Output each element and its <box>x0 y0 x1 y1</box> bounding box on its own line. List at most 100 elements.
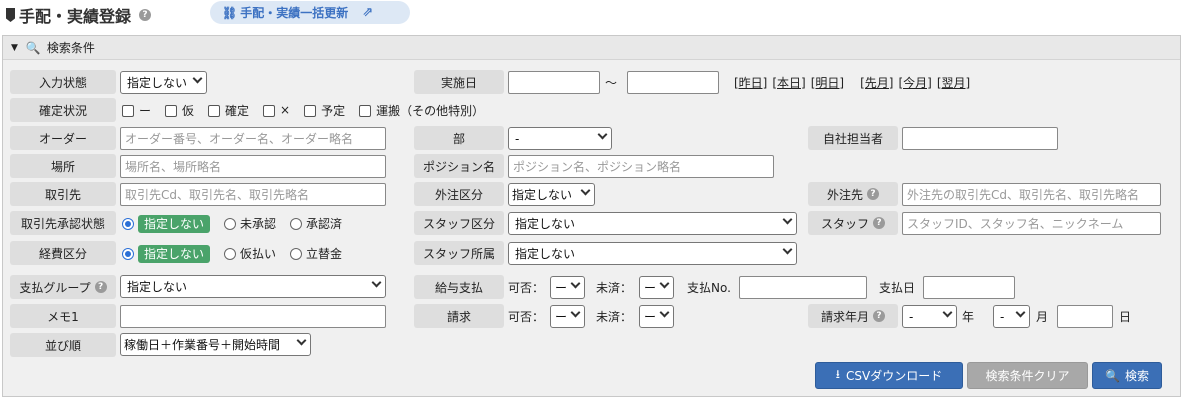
bulk-update-link[interactable]: ⛓ 手配・実績一括更新 ⇗ <box>210 1 410 24</box>
approval-option-approved[interactable]: 承認済 <box>290 215 342 232</box>
radio[interactable] <box>224 248 237 260</box>
link-tomorrow[interactable]: [明日] <box>811 74 844 91</box>
pay-group-select[interactable]: 指定しない <box>120 275 386 298</box>
staff-type-select[interactable]: 指定しない <box>508 212 797 235</box>
salary-ok-select[interactable]: ー <box>550 276 585 299</box>
label-pay-group-text: 支払グループ <box>19 280 91 295</box>
date-to-input[interactable] <box>627 71 719 94</box>
radio[interactable] <box>122 248 134 260</box>
help-icon[interactable]: ? <box>94 281 107 293</box>
outsource-input[interactable]: 外注先の取引先Cd、取引先名、取引先略名 <box>902 183 1161 206</box>
billing-ok-value: ー <box>555 310 568 324</box>
outsource-type-value: 指定しない <box>512 188 573 202</box>
radio[interactable] <box>224 218 237 230</box>
confirm-option-label: ー <box>139 103 152 118</box>
order-input[interactable]: オーダー番号、オーダー名、オーダー略名 <box>120 127 386 150</box>
external-link-icon: ⇗ <box>362 5 374 20</box>
link-last-month[interactable]: [先月] <box>860 74 893 91</box>
pay-no-input[interactable] <box>739 276 867 299</box>
confirm-option-2[interactable]: 仮 <box>165 102 194 119</box>
search-panel-header[interactable]: ▼ 🔍 検索条件 <box>3 36 1180 60</box>
confirm-option-3[interactable]: 確定 <box>208 102 249 119</box>
pay-date-input[interactable] <box>923 276 1015 299</box>
checkbox[interactable] <box>359 105 372 117</box>
page-title: 手配・実績登録 ? <box>6 3 152 27</box>
csv-download-label: CSVダウンロード <box>845 369 943 383</box>
bill-day-input[interactable] <box>1057 305 1113 328</box>
label-memo: メモ1 <box>10 304 116 328</box>
bill-month-select[interactable]: - <box>993 305 1030 328</box>
billing-ok-select[interactable]: ー <box>550 305 585 328</box>
radio[interactable] <box>290 248 303 260</box>
link-this-month[interactable]: [今月] <box>899 74 932 91</box>
help-icon[interactable]: ? <box>873 310 885 322</box>
search-button[interactable]: 🔍 検索 <box>1092 362 1162 389</box>
link-yesterday[interactable]: [昨日] <box>734 74 767 91</box>
help-icon[interactable]: ? <box>139 9 152 21</box>
in-charge-input[interactable] <box>902 127 1058 150</box>
label-position: ポジション名 <box>414 154 504 178</box>
billing-ok-label: 可否： <box>508 309 545 324</box>
label-date: 実施日 <box>414 70 504 94</box>
date-from-input[interactable] <box>508 71 600 94</box>
outsource-type-select[interactable]: 指定しない <box>508 183 595 206</box>
page-title-text: 手配・実績登録 <box>19 7 132 26</box>
label-client-approval: 取引先承認状態 <box>10 211 116 235</box>
label-billing: 請求 <box>414 304 504 328</box>
label-salary: 給与支払 <box>414 275 504 299</box>
date-shortcuts: [昨日] [本日] [明日] [先月] [今月] [翌月] <box>734 71 970 93</box>
confirm-option-4[interactable]: × <box>263 103 290 117</box>
help-icon[interactable]: ? <box>873 217 885 229</box>
link-icon: ⛓ <box>222 5 238 20</box>
label-outsource-type: 外注区分 <box>414 182 504 206</box>
approval-option-none[interactable]: 指定しない <box>122 214 211 233</box>
expense-option-label: 指定しない <box>138 244 211 263</box>
link-next-month[interactable]: [翌月] <box>937 74 970 91</box>
checkbox[interactable] <box>304 105 317 117</box>
expense-option-reimburse[interactable]: 立替金 <box>290 245 342 262</box>
dept-select[interactable]: - <box>508 127 612 150</box>
staff-affil-select[interactable]: 指定しない <box>508 242 797 265</box>
position-input[interactable]: ポジション名、ポジション略名 <box>508 155 774 178</box>
year-label: 年 <box>962 309 975 324</box>
memo-input[interactable] <box>120 305 386 328</box>
client-input[interactable]: 取引先Cd、取引先名、取引先略名 <box>120 183 386 206</box>
label-staff: スタッフ? <box>808 211 898 235</box>
confirm-option-label: 仮 <box>182 103 195 118</box>
link-today[interactable]: [本日] <box>772 74 805 91</box>
staff-input[interactable]: スタッフID、スタッフ名、ニックネーム <box>902 212 1161 235</box>
radio[interactable] <box>122 218 134 230</box>
chevron-down-icon <box>1015 307 1026 318</box>
confirm-option-5[interactable]: 予定 <box>304 102 345 119</box>
input-status-value: 指定しない <box>127 76 188 90</box>
checkbox[interactable] <box>122 105 134 117</box>
sort-select[interactable]: 稼働日＋作業番号＋開始時間 <box>120 333 311 356</box>
csv-download-button[interactable]: ⭳ CSVダウンロード <box>815 362 963 389</box>
expense-option-none[interactable]: 指定しない <box>122 244 211 263</box>
expense-option-advance[interactable]: 仮払い <box>224 245 276 262</box>
confirm-option-label: 確定 <box>225 103 250 118</box>
collapse-icon[interactable]: ▼ <box>11 43 18 53</box>
approval-option-unapproved[interactable]: 未承認 <box>224 215 276 232</box>
checkbox[interactable] <box>263 104 276 117</box>
salary-done-select[interactable]: ー <box>639 276 674 299</box>
radio[interactable] <box>290 218 303 230</box>
clear-conditions-button[interactable]: 検索条件クリア <box>967 362 1088 389</box>
place-input[interactable]: 場所名、場所略名 <box>120 155 386 178</box>
bill-year-select[interactable]: - <box>902 305 957 328</box>
chevron-down-icon <box>570 307 581 318</box>
checkbox[interactable] <box>208 105 221 117</box>
expense-radios: 指定しない 仮払い 立替金 <box>122 242 342 264</box>
label-pay-group: 支払グループ? <box>10 275 116 299</box>
label-confirm-status: 確定状況 <box>10 98 116 122</box>
confirm-option-6[interactable]: 運搬（その他特別） <box>359 102 484 119</box>
salary-done-label: 未済： <box>596 280 633 295</box>
checkbox[interactable] <box>165 105 178 117</box>
billing-done-select[interactable]: ー <box>639 305 674 328</box>
input-status-select[interactable]: 指定しない <box>120 71 207 94</box>
help-icon[interactable]: ? <box>867 188 879 200</box>
confirm-option-1[interactable]: ー <box>122 102 151 119</box>
chevron-down-icon <box>782 214 793 225</box>
label-expense: 経費区分 <box>10 241 116 265</box>
approval-radios: 指定しない 未承認 承認済 <box>122 212 342 234</box>
